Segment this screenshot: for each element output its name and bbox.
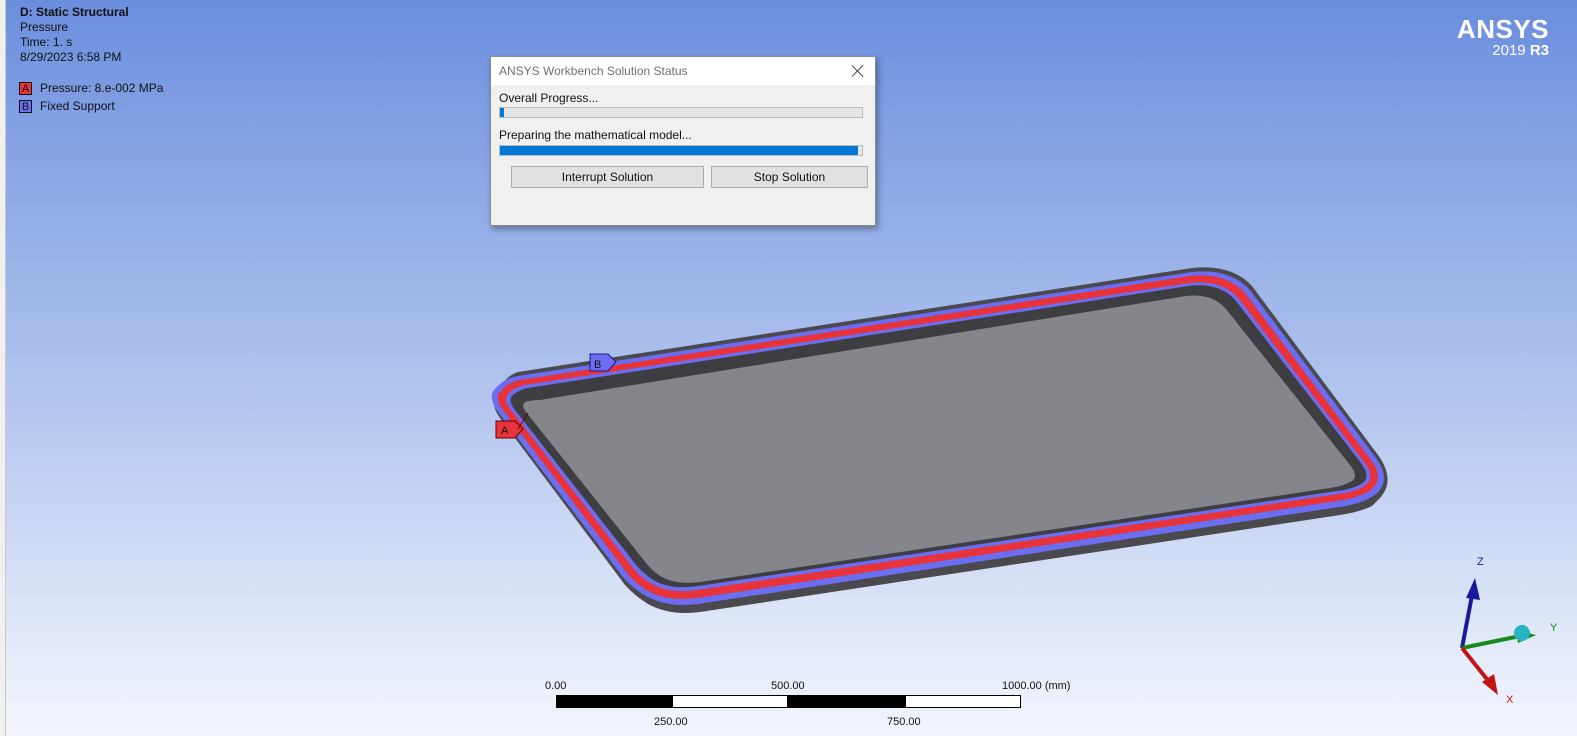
triad-x-label: X (1506, 694, 1514, 706)
scale-label-1000: 1000.00 (mm) (1002, 680, 1071, 692)
scale-label-0: 0.00 (545, 680, 567, 692)
triad-axes (1460, 578, 1536, 695)
tag-b-label: B (594, 359, 601, 371)
scale-bar: 0.00 500.00 1000.00 (mm) 250.00 750.00 (545, 680, 1085, 732)
scale-label-750: 750.00 (887, 716, 921, 728)
dialog-titlebar[interactable]: ANSYS Workbench Solution Status (491, 57, 875, 85)
part-floor (523, 295, 1355, 583)
step-progress-fill (500, 146, 859, 155)
scale-label-250: 250.00 (654, 716, 688, 728)
step-progress-bar (499, 145, 863, 156)
scale-segment-2 (672, 695, 788, 708)
stop-solution-button[interactable]: Stop Solution (711, 166, 868, 188)
scale-label-500: 500.00 (771, 680, 805, 692)
overall-progress-bar (499, 107, 863, 118)
close-icon[interactable] (849, 62, 867, 80)
dialog-title: ANSYS Workbench Solution Status (499, 64, 688, 78)
overall-progress-fill (500, 108, 504, 117)
tag-a-label: A (501, 425, 509, 437)
solution-status-dialog[interactable]: ANSYS Workbench Solution Status Overall … (490, 56, 876, 226)
triad-y-label: Y (1550, 622, 1558, 634)
overall-progress-label: Overall Progress... (499, 91, 599, 105)
interrupt-solution-button[interactable]: Interrupt Solution (511, 166, 704, 188)
scale-segment-4 (905, 695, 1021, 708)
step-progress-label: Preparing the mathematical model... (499, 128, 692, 142)
scale-segment-1 (556, 695, 672, 708)
scale-segment-3 (788, 695, 905, 708)
triad-z-label: Z (1477, 556, 1484, 568)
